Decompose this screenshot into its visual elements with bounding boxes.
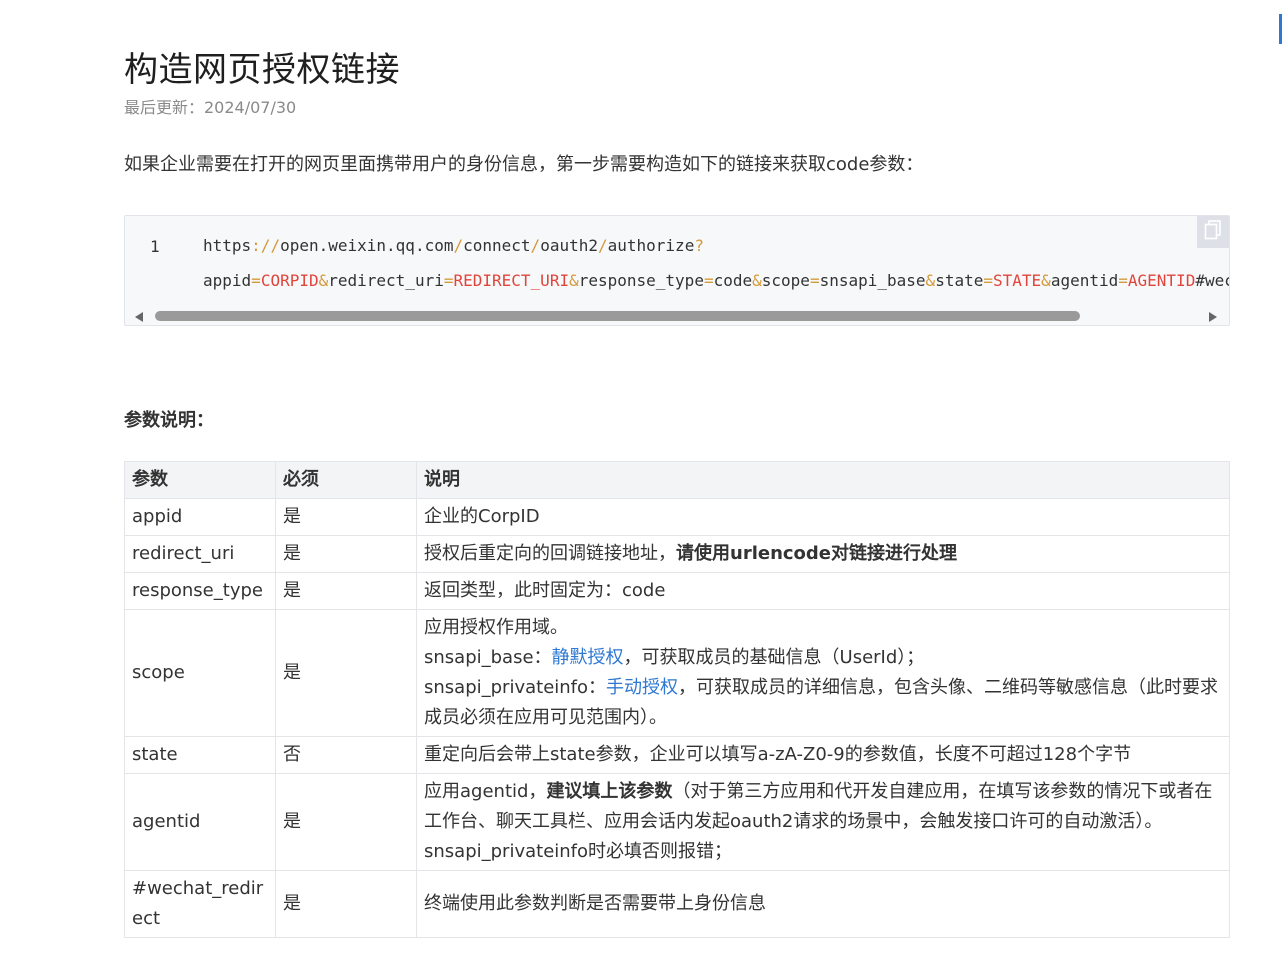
code-line-1: https://open.weixin.qq.com/connect/oauth…: [203, 236, 704, 255]
header-required: 必须: [275, 461, 417, 499]
param-name: state: [124, 736, 276, 774]
param-description: 重定向后会带上state参数，企业可以填写a-zA-Z0-9的参数值，长度不可超…: [416, 736, 1230, 774]
page-title: 构造网页授权链接: [124, 50, 400, 90]
code-token: state: [935, 271, 984, 290]
code-token: #wechat_redirect: [1195, 271, 1229, 290]
code-token: /: [597, 236, 608, 255]
code-token: &: [752, 271, 762, 290]
param-required: 是: [275, 773, 417, 871]
param-required: 是: [275, 498, 417, 536]
header-description: 说明: [416, 461, 1230, 499]
param-description: 返回类型，此时固定为：code: [416, 572, 1230, 610]
code-token: redirect_uri: [328, 271, 444, 290]
code-token: agentid: [1050, 271, 1119, 290]
description-text: 返回类型，此时固定为：code: [424, 580, 666, 601]
description-text: 终端使用此参数判断是否需要带上身份信息: [424, 893, 766, 914]
param-name: redirect_uri: [124, 535, 276, 573]
code-token: /: [453, 236, 464, 255]
params-section-title: 参数说明：: [124, 410, 214, 431]
table-row: appid 是企业的CorpID: [124, 498, 1230, 536]
scroll-left-icon[interactable]: [135, 312, 143, 322]
emphasis-text: 请使用urlencode对链接进行处理: [676, 543, 958, 564]
code-token: response_type: [578, 271, 704, 290]
code-token: ?: [694, 236, 704, 255]
code-token: snsapi_base: [819, 271, 926, 290]
table-row: agentid 是应用agentid，建议填上该参数（对于第三方应用和代开发自建应…: [124, 773, 1230, 871]
copy-button[interactable]: [1197, 216, 1229, 248]
code-token: authorize: [607, 236, 695, 255]
description-text: snsapi_privateinfo：: [424, 677, 607, 698]
param-description: 应用授权作用域。 snsapi_base：静默授权，可获取成员的基础信息（User…: [416, 609, 1230, 737]
doc-link[interactable]: 手动授权: [606, 677, 678, 698]
param-name: scope: [124, 609, 276, 737]
code-token: STATE: [993, 271, 1042, 290]
line-number: 1: [150, 237, 160, 256]
horizontal-scrollbar[interactable]: [125, 307, 1229, 325]
param-description: 授权后重定向的回调链接地址，请使用urlencode对链接进行处理: [416, 535, 1230, 573]
doc-link[interactable]: 静默授权: [552, 647, 624, 668]
params-table-body: appid 是企业的CorpID redirect_uri 是授权后重定向的回调链接地…: [124, 498, 1230, 938]
param-required: 是: [275, 535, 417, 573]
description-text: 授权后重定向的回调链接地址，: [424, 543, 676, 564]
code-token: =: [251, 271, 261, 290]
param-name: appid: [124, 498, 276, 536]
param-name: agentid: [124, 773, 276, 871]
code-token: &: [318, 271, 329, 290]
table-header-row: 参数 必须 说明: [124, 461, 1230, 499]
code-token: https: [203, 236, 252, 255]
code-token: &: [569, 271, 579, 290]
code-token: scope: [761, 271, 810, 290]
table-row: scope 是应用授权作用域。 snsapi_base：静默授权，可获取成员的基础信…: [124, 609, 1230, 737]
code-token: connect: [463, 236, 531, 255]
description-text: 重定向后会带上state参数，企业可以填写a-zA-Z0-9的参数值，长度不可超…: [424, 744, 1132, 765]
param-description: 终端使用此参数判断是否需要带上身份信息: [416, 870, 1230, 938]
code-token: =: [983, 271, 993, 290]
description-text: 应用授权作用域。: [424, 617, 568, 638]
param-name: #wechat_redirect: [124, 870, 276, 938]
intro-text: 如果企业需要在打开的网页里面携带用户的身份信息，第一步需要构造如下的链接来获取c…: [124, 154, 924, 175]
param-required: 是: [275, 572, 417, 610]
code-token: =: [703, 271, 714, 290]
description-text: 企业的CorpID: [424, 506, 540, 527]
code-token: oauth2: [540, 236, 598, 255]
code-token: open.weixin.qq.com: [280, 236, 454, 255]
code-token: =: [1118, 271, 1128, 290]
param-required: 是: [275, 870, 417, 938]
description-text: 应用agentid，: [424, 781, 547, 802]
param-required: 是: [275, 609, 417, 737]
scroll-right-icon[interactable]: [1209, 312, 1217, 322]
table-row: response_type 是返回类型，此时固定为：code: [124, 572, 1230, 610]
code-token: ://: [251, 236, 281, 255]
params-table: 参数 必须 说明 appid 是企业的CorpID redirect_uri 是授权后…: [124, 461, 1230, 938]
table-row: #wechat_redirect 是终端使用此参数判断是否需要带上身份信息: [124, 870, 1230, 938]
code-token: REDIRECT_URI: [453, 271, 570, 290]
copy-icon: [1204, 220, 1222, 244]
scrollbar-thumb[interactable]: [155, 311, 1080, 321]
last-updated: 最后更新：2024/07/30: [124, 98, 297, 117]
emphasis-text: 建议填上该参数: [546, 781, 673, 802]
code-token: appid: [203, 271, 252, 290]
description-text: ，可获取成员的基础信息（UserId）；: [623, 647, 925, 668]
table-row: state 否重定向后会带上state参数，企业可以填写a-zA-Z0-9的参数值…: [124, 736, 1230, 774]
code-token: CORPID: [260, 271, 319, 290]
description-text: snsapi_base：: [424, 647, 552, 668]
table-row: redirect_uri 是授权后重定向的回调链接地址，请使用urlencode对…: [124, 535, 1230, 573]
param-description: 企业的CorpID: [416, 498, 1230, 536]
code-token: code: [713, 271, 753, 290]
code-block: 1 https://open.weixin.qq.com/connect/oau…: [124, 215, 1230, 326]
code-token: AGENTID: [1127, 271, 1196, 290]
code-line-2: appid=CORPID&redirect_uri=REDIRECT_URI&r…: [203, 271, 1229, 290]
param-description: 应用agentid，建议填上该参数（对于第三方应用和代开发自建应用，在填写该参数…: [416, 773, 1230, 871]
code-token: &: [925, 271, 936, 290]
header-param: 参数: [124, 461, 276, 499]
param-name: response_type: [124, 572, 276, 610]
code-token: &: [1041, 271, 1051, 290]
param-required: 否: [275, 736, 417, 774]
code-token: =: [809, 271, 820, 290]
code-token: /: [530, 236, 541, 255]
